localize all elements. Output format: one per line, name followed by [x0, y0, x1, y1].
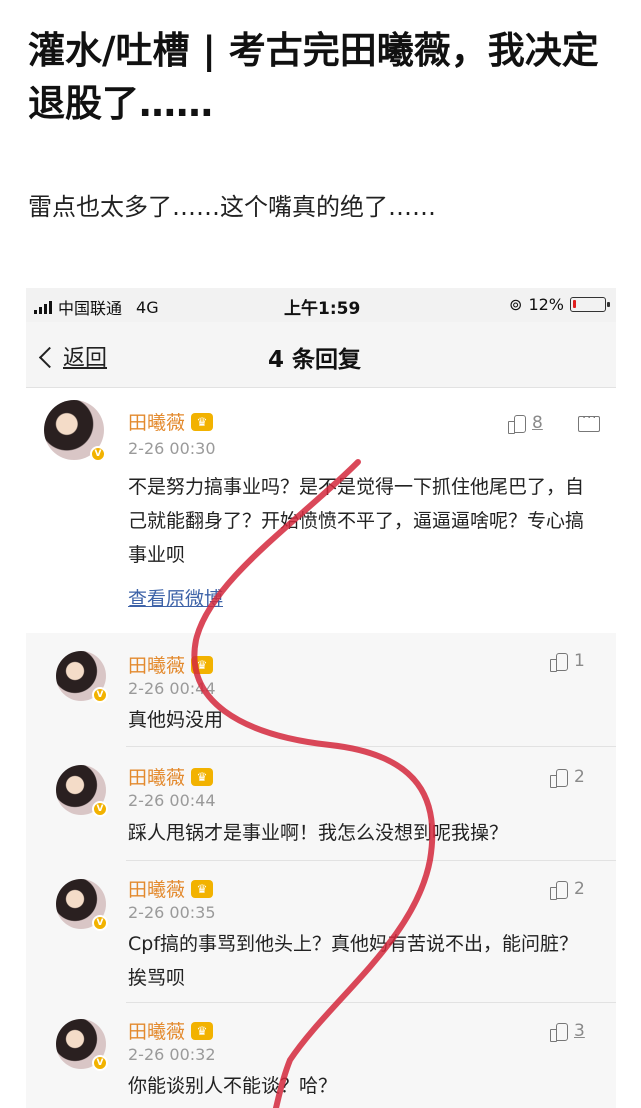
- like-button[interactable]: 2: [550, 767, 585, 788]
- reply-text: 真他妈没用: [128, 709, 224, 731]
- reply-item: V 田曦薇 ♛ 2-26 00:44 1 真他妈没用: [26, 633, 616, 747]
- reply-item: V 田曦薇 ♛ 2-26 00:44 2 踩人甩锅才是事业啊！我怎么没想到呢我操？: [26, 747, 616, 861]
- like-button[interactable]: 8: [508, 413, 543, 434]
- battery-icon: [570, 297, 610, 312]
- crown-badge-icon: ♛: [191, 412, 214, 431]
- crown-badge-icon: ♛: [191, 1021, 214, 1040]
- reply-item: V 田曦薇 ♛ 2-26 00:35 2 Cpf搞的事骂到他头上？真他妈有苦说不出…: [26, 861, 616, 1003]
- avatar[interactable]: V: [56, 879, 108, 931]
- reply-text: Cpf搞的事骂到他头上？真他妈有苦说不出，能问脏？挨骂呗: [128, 933, 579, 989]
- reply-time: 2-26 00:35: [128, 903, 216, 922]
- back-label: 返回: [63, 346, 108, 371]
- verified-badge-icon: V: [92, 1055, 108, 1071]
- like-count: 1: [574, 651, 585, 671]
- reply-time: 2-26 00:44: [128, 791, 216, 810]
- verified-badge-icon: V: [90, 446, 106, 462]
- reply-item: V 田曦薇 ♛ 2-26 00:32 3 你能谈别人不能谈？哈？: [26, 1003, 616, 1108]
- comment-text: 不是努力搞事业吗？是不是觉得一下抓住他尾巴了，自己就能翻身了？开始愤愤不平了，逼…: [128, 476, 585, 566]
- battery-percent: 12%: [528, 295, 564, 314]
- reply-time: 2-26 00:44: [128, 679, 216, 698]
- thumbs-up-icon: [550, 1022, 568, 1042]
- page-title: 4 条回复: [268, 347, 362, 373]
- like-button[interactable]: 2: [550, 879, 585, 900]
- carrier-name: 中国联通: [58, 299, 123, 318]
- signal-icon: [34, 300, 52, 314]
- like-count: 8: [532, 413, 543, 433]
- reply-text: 踩人甩锅才是事业啊！我怎么没想到呢我操？: [128, 822, 509, 844]
- rotation-lock-icon: ⊚: [509, 295, 523, 314]
- thumbs-up-icon: [508, 414, 526, 434]
- avatar[interactable]: V: [56, 1019, 108, 1071]
- back-button[interactable]: 返回: [38, 340, 108, 372]
- like-button[interactable]: 1: [550, 651, 585, 672]
- like-button[interactable]: 3: [550, 1021, 585, 1042]
- view-original-link[interactable]: 查看原微博: [128, 584, 223, 611]
- username[interactable]: 田曦薇: [128, 1017, 185, 1044]
- thumbs-up-icon: [550, 652, 568, 672]
- verified-badge-icon: V: [92, 687, 108, 703]
- post-title: 灌水/吐槽 | 考古完田曦薇，我决定退股了……: [28, 29, 599, 125]
- avatar[interactable]: V: [56, 765, 108, 817]
- thumbs-up-icon: [550, 880, 568, 900]
- verified-badge-icon: V: [92, 801, 108, 817]
- main-comment: V 田曦薇 ♛ 2-26 00:30 8 不是努力搞事业吗？是不是觉得一下抓住他…: [26, 388, 616, 633]
- crown-badge-icon: ♛: [191, 655, 214, 674]
- like-count: 2: [574, 879, 585, 899]
- username[interactable]: 田曦薇: [128, 408, 185, 435]
- like-count: 2: [574, 767, 585, 787]
- crown-badge-icon: ♛: [191, 767, 214, 786]
- reply-list: V 田曦薇 ♛ 2-26 00:44 1 真他妈没用 V 田曦薇 ♛ 2-26 00…: [26, 633, 616, 1108]
- username[interactable]: 田曦薇: [128, 763, 185, 790]
- reply-time: 2-26 00:32: [128, 1045, 216, 1064]
- status-time: 上午1:59: [284, 299, 361, 319]
- avatar[interactable]: V: [44, 400, 106, 462]
- verified-badge-icon: V: [92, 915, 108, 931]
- reply-text: 你能谈别人不能谈？哈？: [128, 1075, 338, 1097]
- crown-badge-icon: ♛: [191, 879, 214, 898]
- nav-bar: 返回 4 条回复: [26, 322, 616, 388]
- username[interactable]: 田曦薇: [128, 651, 185, 678]
- avatar[interactable]: V: [56, 651, 108, 703]
- like-count: 3: [574, 1021, 585, 1041]
- comment-time: 2-26 00:30: [128, 439, 216, 458]
- comment-icon[interactable]: [578, 411, 600, 432]
- embedded-screenshot: 中国联通 4G 上午1:59 ⊚ 12% 返回 4 条回复 V 田曦薇 ♛ 2-…: [26, 288, 616, 1108]
- post-subtitle: 雷点也太多了……这个嘴真的绝了……: [28, 193, 436, 221]
- username[interactable]: 田曦薇: [128, 875, 185, 902]
- battery-level: [573, 300, 576, 308]
- status-bar: 中国联通 4G 上午1:59 ⊚ 12%: [26, 288, 616, 322]
- network-type: 4G: [136, 297, 159, 317]
- chevron-left-icon: [38, 346, 61, 368]
- thumbs-up-icon: [550, 768, 568, 788]
